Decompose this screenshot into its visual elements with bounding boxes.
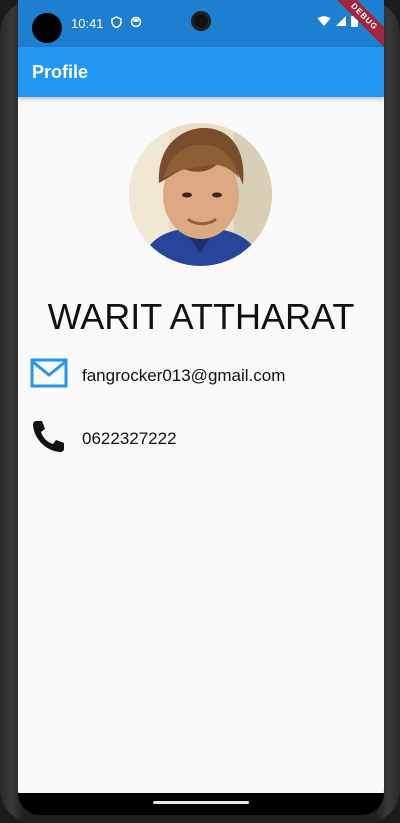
phone-text: 0622327222 xyxy=(82,428,177,448)
phone-row[interactable]: 0622327222 xyxy=(30,418,177,459)
status-indicators xyxy=(317,14,358,32)
camera-hole xyxy=(32,13,62,43)
status-bar: 10:41 DEBUG xyxy=(18,0,384,51)
email-row[interactable]: fangrocker013@gmail.com xyxy=(30,357,285,394)
wifi-icon xyxy=(317,14,331,32)
screen: 10:41 DEBUG Profile WARIT ATTHARAT fangr… xyxy=(18,0,384,815)
shield-icon xyxy=(111,16,122,31)
email-text: fangrocker013@gmail.com xyxy=(82,365,286,385)
profile-name: WARIT ATTHARAT xyxy=(47,296,355,337)
app-bar: Profile xyxy=(18,47,384,97)
signal-icon xyxy=(335,14,347,32)
home-indicator[interactable] xyxy=(153,801,249,804)
sync-icon xyxy=(130,16,142,31)
mail-icon xyxy=(30,357,68,394)
navigation-bar xyxy=(18,793,384,815)
phone-icon xyxy=(30,418,68,459)
page-title: Profile xyxy=(32,62,89,82)
front-camera xyxy=(191,11,211,31)
status-time: 10:41 xyxy=(71,16,104,31)
avatar xyxy=(129,123,272,266)
